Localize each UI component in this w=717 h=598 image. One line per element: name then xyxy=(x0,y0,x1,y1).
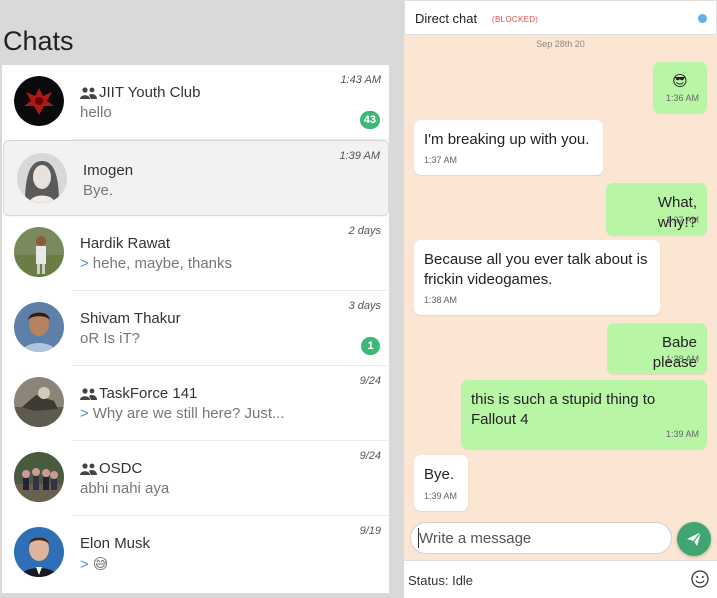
send-button[interactable] xyxy=(677,522,711,556)
date-separator: Sep 28th 20 xyxy=(536,39,585,49)
chat-name-text: Hardik Rawat xyxy=(80,235,171,252)
message-text: Why are we still here? Just... xyxy=(92,405,285,422)
text-caret xyxy=(418,528,419,548)
message-time: 1:36 AM xyxy=(665,93,699,103)
chat-last-message: oR Is iT? xyxy=(80,330,140,347)
avatar xyxy=(14,76,64,126)
message-text: 😅 xyxy=(92,556,109,573)
status-dot-icon xyxy=(698,14,707,23)
sent-arrow-icon: > xyxy=(80,255,89,272)
message-bubble-outgoing: this is such a stupid thing to Fallout 4… xyxy=(461,380,707,449)
message-input[interactable] xyxy=(410,522,672,554)
avatar xyxy=(17,153,67,203)
chat-last-message: abhi nahi aya xyxy=(80,480,169,497)
message-text: Bye. xyxy=(424,466,455,483)
message-time: 1:38 AM xyxy=(424,295,458,305)
message-time: 1:37 AM xyxy=(424,155,458,165)
avatar xyxy=(14,377,64,427)
message-text: I'm breaking up with you. xyxy=(424,131,590,148)
chat-name: Hardik Rawat xyxy=(80,235,170,252)
message-text: Bye. xyxy=(83,182,114,199)
message-text: this is such a stupid thing to Fallout 4 xyxy=(471,391,656,428)
message-bubble-incoming: Because all you ever talk about is frick… xyxy=(414,240,660,315)
chat-name: Elon Musk xyxy=(80,535,150,552)
chat-item-elon-musk[interactable]: Elon Musk > 😅 9/19 xyxy=(2,516,389,591)
send-icon xyxy=(687,531,702,546)
message-text: hello xyxy=(80,104,112,121)
chat-time: 2 days xyxy=(348,225,381,237)
message-bubble-outgoing: What, why!? 1:37 AM xyxy=(606,183,707,235)
message-time: 1:38 AM xyxy=(665,354,699,364)
unread-badge: 1 xyxy=(361,337,380,355)
group-icon xyxy=(80,387,97,400)
chat-time: 9/24 xyxy=(359,450,381,462)
message-bubble-outgoing: Babe please 1:38 AM xyxy=(607,323,707,374)
chat-name-text: Imogen xyxy=(83,162,134,179)
avatar xyxy=(14,302,64,352)
status-text: Status: Idle xyxy=(408,573,474,588)
message-time: 1:39 AM xyxy=(424,491,458,501)
chat-last-message: > 😅 xyxy=(80,555,108,573)
avatar xyxy=(14,527,64,577)
sent-arrow-icon: > xyxy=(80,556,89,573)
chat-item-shivam-thakur[interactable]: Shivam Thakur oR Is iT? 3 days 1 xyxy=(2,291,389,366)
message-time: 1:37 AM xyxy=(665,215,699,225)
conversation-panel: Direct chat (BLOCKED) Sep 28th 20 😎 1:36… xyxy=(404,0,717,598)
chat-name: Shivam Thakur xyxy=(80,310,181,327)
chat-item-jiit-youth-club[interactable]: JIIT Youth Club hello 1:43 AM 43 xyxy=(2,65,389,140)
message-time: 1:39 AM xyxy=(665,429,699,439)
chat-item-taskforce-141[interactable]: TaskForce 141 > Why are we still here? Ju… xyxy=(2,366,389,441)
message-text: abhi nahi aya xyxy=(80,480,170,497)
chat-item-osdc[interactable]: OSDC abhi nahi aya 9/24 xyxy=(2,441,389,516)
chat-time: 3 days xyxy=(348,300,381,312)
chat-name-text: JIIT Youth Club xyxy=(99,84,201,101)
chat-title: Direct chat xyxy=(415,11,478,26)
chat-last-message: > Why are we still here? Just... xyxy=(80,405,285,422)
chat-list: JIIT Youth Club hello 1:43 AM 43 Imogen … xyxy=(2,65,389,593)
chat-item-imogen[interactable]: Imogen Bye. 1:39 AM xyxy=(3,140,389,216)
avatar xyxy=(14,227,64,277)
chat-time: 1:39 AM xyxy=(339,150,380,162)
emoji-icon[interactable] xyxy=(691,570,709,588)
message-bubble-outgoing: 😎 1:36 AM xyxy=(653,62,707,113)
message-text: Because all you ever talk about is frick… xyxy=(424,251,648,288)
message-bubble-incoming: Bye. 1:39 AM xyxy=(414,455,468,511)
group-icon xyxy=(80,462,97,475)
group-icon xyxy=(80,86,97,99)
chat-name-text: OSDC xyxy=(99,460,143,477)
chat-name: Imogen xyxy=(83,162,133,179)
avatar xyxy=(14,452,64,502)
chats-panel: Chats JIIT Youth Club hello 1:43 AM 43 I… xyxy=(0,0,394,598)
chat-name-text: TaskForce 141 xyxy=(99,385,198,402)
blocked-label: (BLOCKED) xyxy=(492,15,539,24)
chat-time: 1:43 AM xyxy=(340,74,381,86)
chat-last-message: Bye. xyxy=(83,182,113,199)
chat-name-text: Elon Musk xyxy=(80,535,151,552)
message-bubble-incoming: I'm breaking up with you. 1:37 AM xyxy=(414,120,603,175)
message-area: Sep 28th 20 😎 1:36 AM I'm breaking up wi… xyxy=(404,35,717,560)
chat-name: OSDC xyxy=(80,460,142,477)
message-text: hehe, maybe, thanks xyxy=(92,255,233,272)
status-bar: Status: Idle xyxy=(404,560,717,598)
chat-header: Direct chat (BLOCKED) xyxy=(404,0,717,35)
chat-name-text: Shivam Thakur xyxy=(80,310,181,327)
sent-arrow-icon: > xyxy=(80,405,89,422)
message-text: oR Is iT? xyxy=(80,330,141,347)
chat-time: 9/19 xyxy=(359,525,381,537)
chat-name: JIIT Youth Club xyxy=(80,84,200,101)
chat-item-hardik-rawat[interactable]: Hardik Rawat > hehe, maybe, thanks 2 days xyxy=(2,216,389,291)
chat-time: 9/24 xyxy=(359,375,381,387)
chat-last-message: > hehe, maybe, thanks xyxy=(80,255,232,272)
chat-last-message: hello xyxy=(80,104,112,121)
unread-badge: 43 xyxy=(359,111,380,129)
page-title: Chats xyxy=(3,26,74,56)
chat-name: TaskForce 141 xyxy=(80,385,197,402)
